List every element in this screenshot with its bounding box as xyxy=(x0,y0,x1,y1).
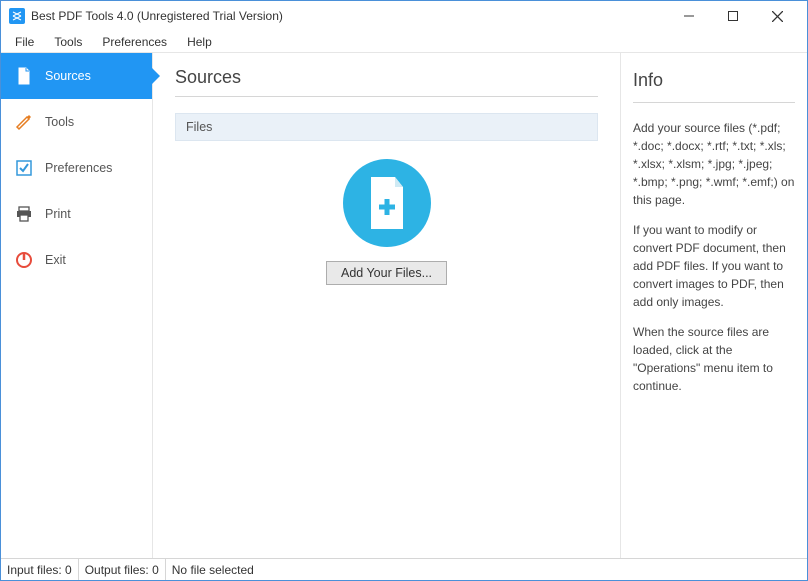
files-list-header[interactable]: Files xyxy=(175,113,598,141)
sidebar: Sources Tools Preferences Print Exit xyxy=(1,53,153,558)
menu-tools[interactable]: Tools xyxy=(44,33,92,51)
minimize-button[interactable] xyxy=(667,1,711,31)
info-heading: Info xyxy=(633,67,795,103)
window-title: Best PDF Tools 4.0 (Unregistered Trial V… xyxy=(31,9,667,23)
sidebar-item-tools[interactable]: Tools xyxy=(1,99,152,145)
info-paragraph: If you want to modify or convert PDF doc… xyxy=(633,221,795,311)
sidebar-item-exit[interactable]: Exit xyxy=(1,237,152,283)
maximize-button[interactable] xyxy=(711,1,755,31)
sidebar-item-print[interactable]: Print xyxy=(1,191,152,237)
sidebar-item-preferences[interactable]: Preferences xyxy=(1,145,152,191)
info-panel: Info Add your source files (*.pdf; *.doc… xyxy=(621,53,807,558)
print-icon xyxy=(15,205,33,223)
main-area: Sources Tools Preferences Print Exit xyxy=(1,53,807,558)
titlebar: Best PDF Tools 4.0 (Unregistered Trial V… xyxy=(1,1,807,31)
drop-area: Add Your Files... xyxy=(175,159,598,285)
window-controls xyxy=(667,1,799,31)
app-icon xyxy=(9,8,25,24)
exit-icon xyxy=(15,251,33,269)
statusbar: Input files: 0 Output files: 0 No file s… xyxy=(1,558,807,580)
sidebar-item-label: Exit xyxy=(45,253,66,267)
preferences-icon xyxy=(15,159,33,177)
menu-help[interactable]: Help xyxy=(177,33,222,51)
center-heading: Sources xyxy=(175,67,598,97)
status-input-files: Input files: 0 xyxy=(1,559,79,580)
status-selection: No file selected xyxy=(166,559,807,580)
tools-icon xyxy=(15,113,33,131)
sidebar-item-label: Print xyxy=(45,207,71,221)
sidebar-item-label: Sources xyxy=(45,69,91,83)
sidebar-item-label: Preferences xyxy=(45,161,112,175)
info-paragraph: Add your source files (*.pdf; *.doc; *.d… xyxy=(633,119,795,209)
status-output-files: Output files: 0 xyxy=(79,559,166,580)
sources-icon xyxy=(15,67,33,85)
menubar: File Tools Preferences Help xyxy=(1,31,807,53)
add-files-circle-icon xyxy=(343,159,431,247)
menu-preferences[interactable]: Preferences xyxy=(92,33,177,51)
menu-file[interactable]: File xyxy=(5,33,44,51)
sidebar-item-label: Tools xyxy=(45,115,74,129)
sidebar-item-sources[interactable]: Sources xyxy=(1,53,152,99)
add-files-button[interactable]: Add Your Files... xyxy=(326,261,447,285)
center-panel: Sources Files Add Your Files... xyxy=(153,53,621,558)
close-button[interactable] xyxy=(755,1,799,31)
info-paragraph: When the source files are loaded, click … xyxy=(633,323,795,395)
